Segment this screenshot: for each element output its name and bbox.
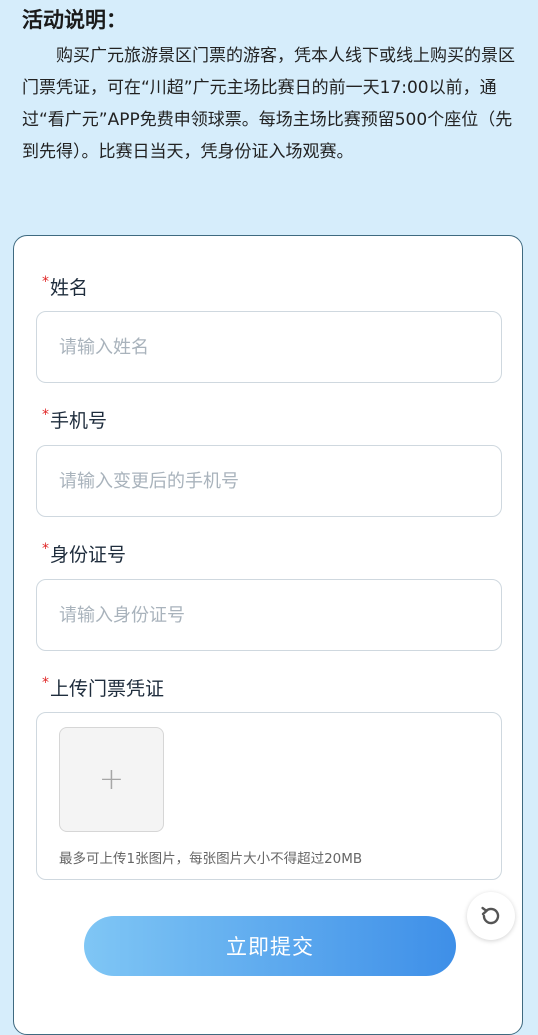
name-label-text: 姓名 [50, 277, 89, 299]
upload-image-button[interactable]: + [59, 727, 164, 832]
refresh-icon [481, 906, 500, 925]
id-card-label: *身份证号 [42, 541, 127, 569]
required-mark: * [42, 407, 49, 423]
refresh-button[interactable] [467, 892, 515, 940]
phone-label: *手机号 [42, 407, 108, 435]
name-label: *姓名 [42, 274, 89, 302]
phone-input[interactable] [36, 445, 502, 517]
required-mark: * [42, 274, 49, 290]
name-input[interactable] [36, 311, 502, 383]
plus-icon: + [98, 761, 125, 797]
notice-title: 活动说明： [22, 8, 127, 32]
id-card-input[interactable] [36, 579, 502, 651]
notice-body: 购买广元旅游景区门票的游客，凭本人线下或线上购买的景区门票凭证，可在“川超”广元… [22, 46, 515, 162]
id-card-label-text: 身份证号 [50, 544, 127, 566]
upload-hint: 最多可上传1张图片，每张图片大小不得超过20MB [59, 851, 363, 867]
required-mark: * [42, 541, 49, 557]
upload-label: *上传门票凭证 [42, 675, 165, 703]
submit-button[interactable]: 立即提交 [84, 916, 456, 976]
upload-label-text: 上传门票凭证 [50, 678, 165, 700]
required-mark: * [42, 675, 49, 691]
upload-area: + 最多可上传1张图片，每张图片大小不得超过20MB [36, 712, 502, 880]
phone-label-text: 手机号 [50, 410, 108, 432]
activity-notice: 活动说明： 购买广元旅游景区门票的游客，凭本人线下或线上购买的景区门票凭证，可在… [22, 6, 522, 168]
